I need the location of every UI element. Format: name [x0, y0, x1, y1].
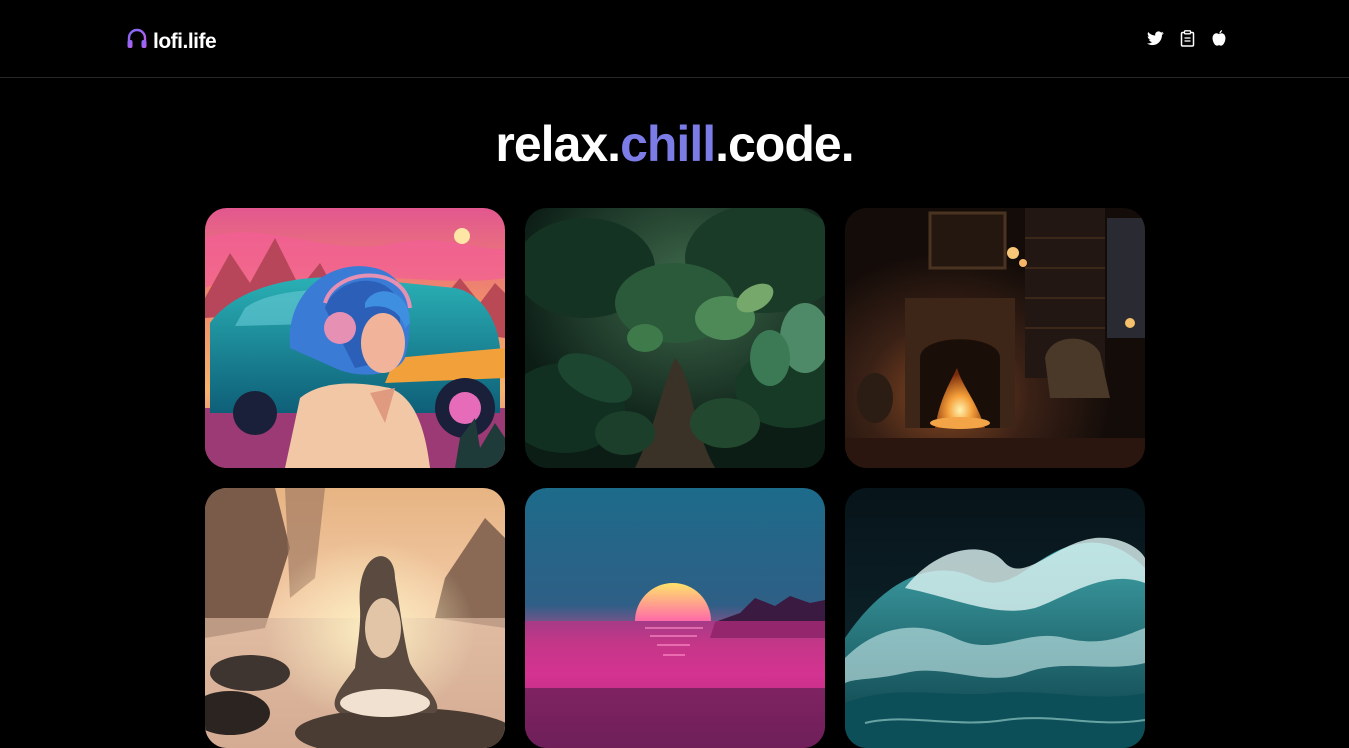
- ocean-wave-scene[interactable]: [845, 488, 1145, 748]
- jungle-path-scene[interactable]: [525, 208, 825, 468]
- headline-part-relax: relax.: [495, 116, 621, 172]
- clipboard-icon[interactable]: [1178, 29, 1196, 47]
- ocean-wave-image: [845, 488, 1145, 748]
- synthwave-sunset-image: [525, 488, 825, 748]
- headline-part-chill: chill: [620, 116, 716, 172]
- brand-logo[interactable]: lofi.life: [125, 27, 217, 56]
- nav-icon-group: [1146, 29, 1228, 47]
- hero-headline: relax.chill.code.: [0, 112, 1349, 176]
- twitter-icon[interactable]: [1146, 29, 1164, 47]
- retro-car-girl-scene[interactable]: [205, 208, 505, 468]
- brand-name: lofi.life: [153, 29, 217, 53]
- synthwave-sunset-scene[interactable]: [525, 488, 825, 748]
- headline-part-code: .code.: [715, 116, 854, 172]
- fireplace-library-image: [845, 208, 1145, 468]
- meditation-lake-scene[interactable]: [205, 488, 505, 748]
- headphones-icon: [125, 27, 149, 56]
- meditation-lake-image: [205, 488, 505, 748]
- jungle-path-image: [525, 208, 825, 468]
- retro-car-girl-image: [205, 208, 505, 468]
- scene-grid: [205, 208, 1145, 748]
- top-nav-bar: lofi.life: [0, 0, 1349, 78]
- fireplace-library-scene[interactable]: [845, 208, 1145, 468]
- apple-icon[interactable]: [1210, 29, 1228, 47]
